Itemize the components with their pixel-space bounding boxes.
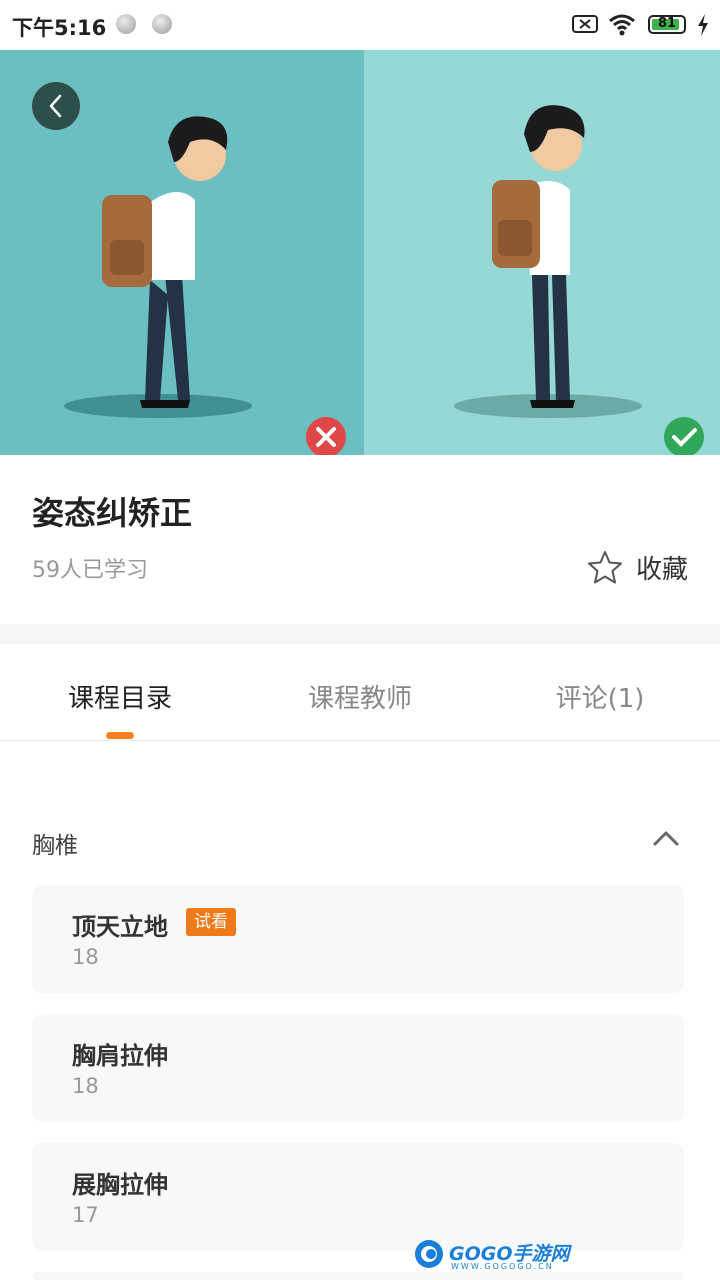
learner-count: 59人已学习	[32, 558, 148, 583]
battery-level: 81	[657, 16, 677, 31]
favorite-button[interactable]: 收藏	[586, 546, 688, 588]
lesson-item[interactable]: 展胸拉伸 17	[32, 1143, 684, 1251]
favorite-label: 收藏	[636, 554, 689, 585]
tab-bar: 课程目录 课程教师 评论(1)	[0, 644, 720, 741]
notification-dot-icon	[116, 14, 136, 34]
watermark-logo: GOGO手游网 WWW.GOGOGO.CN	[413, 1236, 570, 1272]
chevron-up-icon[interactable]	[652, 828, 680, 848]
tab-course-catalog[interactable]: 课程目录	[20, 678, 220, 715]
gogo-logo-icon	[415, 1240, 443, 1268]
lesson-item[interactable]	[32, 1272, 684, 1280]
course-title: 姿态纠矫正	[32, 494, 193, 532]
trial-badge: 试看	[186, 908, 236, 936]
status-bar: 下午5:16 81	[0, 0, 720, 50]
lesson-title: 顶天立地	[72, 913, 168, 941]
lesson-count: 17	[72, 1203, 99, 1227]
notification-dot-icon	[152, 14, 172, 34]
lesson-count: 18	[72, 1074, 99, 1098]
watermark-url: WWW.GOGOGO.CN	[451, 1262, 554, 1271]
lesson-title: 展胸拉伸	[72, 1171, 168, 1199]
lesson-item[interactable]: 胸肩拉伸 18	[32, 1014, 684, 1122]
section-divider	[0, 624, 720, 644]
charging-icon	[698, 14, 708, 36]
no-sim-icon	[572, 15, 598, 33]
tab-course-teacher[interactable]: 课程教师	[260, 678, 460, 715]
course-cover-image	[0, 50, 720, 455]
star-icon	[588, 551, 622, 584]
back-button[interactable]	[32, 82, 80, 130]
lesson-item[interactable]: 顶天立地 试看 18	[32, 885, 684, 993]
battery-icon: 81	[648, 15, 686, 34]
tab-comments[interactable]: 评论(1)	[500, 678, 700, 715]
active-tab-indicator	[106, 732, 134, 739]
chevron-left-icon	[49, 94, 62, 118]
section-title: 胸椎	[32, 833, 78, 859]
lesson-count: 18	[72, 945, 99, 969]
lesson-title: 胸肩拉伸	[72, 1042, 168, 1070]
status-time: 下午5:16	[12, 16, 107, 40]
wifi-icon	[609, 14, 635, 36]
watermark-brand: GOGO手游网	[449, 1243, 570, 1265]
